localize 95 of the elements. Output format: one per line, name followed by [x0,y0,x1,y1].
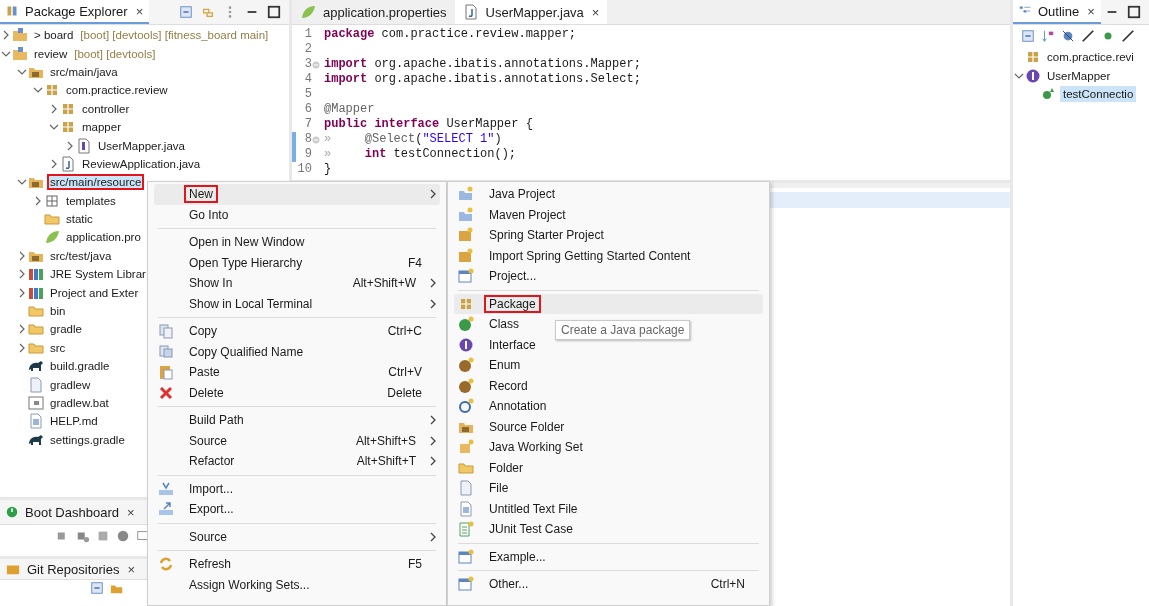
menu-item[interactable]: Enum [454,355,544,376]
menu-item[interactable]: Java Project [454,184,579,205]
line-number: 2 [304,42,312,57]
close-button[interactable]: × [127,561,136,577]
menu-item[interactable]: Source [154,526,440,547]
tree-item[interactable]: controller [79,100,133,117]
view-title: Package Explorer [25,3,128,19]
menu-item[interactable]: Go Into [154,204,252,225]
code-line: public interface UserMapper { [323,117,533,132]
menu-item[interactable]: Record [454,375,551,396]
tree-item[interactable]: testConnectio [1060,85,1137,102]
line-number: 5 [304,87,312,102]
tree-item[interactable]: Project and Exter [47,284,142,301]
menu-item[interactable]: New [154,184,440,205]
menu-item[interactable]: Delete Delete [154,382,440,403]
tree-item[interactable]: com.practice.review [63,82,171,99]
tree-item[interactable]: HELP.md [47,413,101,430]
code-line: » @Select("SELECT 1") [323,132,502,147]
menu-item[interactable]: Refactor Alt+Shift+T [154,451,440,472]
tree-item[interactable]: > board [31,27,77,44]
menu-item[interactable]: Source Folder [454,416,588,437]
line-number: 6 [304,102,312,117]
code-line: @Mapper [323,102,375,117]
tree-item[interactable]: build.gradle [47,358,113,375]
tree-item[interactable]: src/test/java [47,247,115,264]
menu-item[interactable]: Package [454,293,763,314]
tree-item[interactable]: application.pro [63,229,144,246]
tree-item[interactable]: src/main/java [47,63,121,80]
tree-item[interactable]: gradlew [47,376,94,393]
tree-item[interactable]: ReviewApplication.java [79,155,204,172]
line-number: 8 [304,132,312,147]
tree-item[interactable]: static [63,211,96,228]
line-number: 10 [297,162,312,177]
tree-item[interactable]: templates [63,192,119,209]
line-number: 3 [304,57,312,72]
tree-item[interactable]: mapper [79,119,124,136]
menu-item[interactable]: Import Spring Getting Started Content [454,245,714,266]
tree-item[interactable]: bin [47,303,69,320]
menu-item[interactable]: Show in Local Terminal [154,293,440,314]
editor-tab[interactable]: UserMapper.java × [454,0,608,24]
tree-item[interactable]: gradle [47,321,85,338]
menu-item[interactable]: JUnit Test Case [454,519,596,540]
tree-item[interactable]: com.practice.revi [1044,49,1137,66]
close-button[interactable]: × [1087,3,1095,19]
view-tab[interactable]: Package Explorer × [0,0,150,24]
menu-item[interactable]: Annotation [454,396,570,417]
menu-item[interactable]: Other... Ctrl+N [454,574,763,595]
menu-item[interactable]: Spring Starter Project [454,225,627,246]
view-title: Boot Dashboard [25,504,119,520]
line-number: 1 [304,27,312,42]
tree-item[interactable]: review [31,45,71,62]
line-number: 4 [304,72,312,87]
menu-item[interactable]: Build Path [154,410,440,431]
menu-item[interactable]: Untitled Text File [454,498,601,519]
menu-item[interactable]: Class [454,314,542,335]
code-line: } [323,162,332,177]
view-title: Outline [1038,3,1080,19]
menu-item[interactable]: Paste Ctrl+V [154,362,440,383]
code-line: import org.apache.ibatis.annotations.Mapper; [323,57,641,72]
view-tab[interactable]: Outline × [1013,0,1101,24]
menu-item[interactable]: Java Working Set [454,437,606,458]
menu-item[interactable]: Source Alt+Shift+S [154,430,440,451]
close-button[interactable]: × [126,504,135,520]
code-line: package com.practice.review.mapper; [323,27,577,42]
menu-item[interactable]: Folder [454,457,546,478]
menu-item[interactable]: File [454,478,532,499]
menu-item[interactable]: Example... [454,546,569,567]
menu-item[interactable]: Open in New Window [154,232,328,253]
menu-item[interactable]: Import... [154,478,256,499]
editor-tab[interactable]: application.properties [292,0,455,24]
tree-decoration: [boot] [devtools] [fitness_board main] [80,29,269,42]
line-number: 7 [304,117,312,132]
tree-item[interactable]: JRE System Librar [47,266,149,283]
menu-item[interactable]: Copy Qualified Name [154,341,327,362]
tree-item[interactable]: settings.gradle [47,431,128,448]
tree-decoration: [boot] [devtools] [74,47,156,60]
tree-item[interactable]: src/main/resource [47,174,145,191]
line-number: 9 [304,147,312,162]
menu-item[interactable]: Copy Ctrl+C [154,321,440,342]
menu-item[interactable]: Show In Alt+Shift+W [154,273,440,294]
menu-item[interactable]: Refresh F5 [154,554,440,575]
code-line: » int testConnection(); [323,147,517,162]
tree-item[interactable]: UserMapper.java [95,137,188,154]
menu-item[interactable]: Export... [154,499,257,520]
tooltip: Create a Java package [555,320,691,340]
tree-item[interactable]: src [47,339,69,356]
tree-item[interactable]: gradlew.bat [47,395,112,411]
menu-item[interactable]: Project... [454,266,560,287]
view-title: Git Repositories [27,561,120,577]
menu-item[interactable]: Assign Working Sets... [154,574,333,595]
close-button[interactable]: × [135,3,144,19]
menu-item[interactable]: Maven Project [454,204,589,225]
code-line: import org.apache.ibatis.annotations.Select; [323,72,641,87]
tree-item[interactable]: UserMapper [1044,67,1114,84]
menu-item[interactable]: Open Type Hierarchy F4 [154,252,440,273]
